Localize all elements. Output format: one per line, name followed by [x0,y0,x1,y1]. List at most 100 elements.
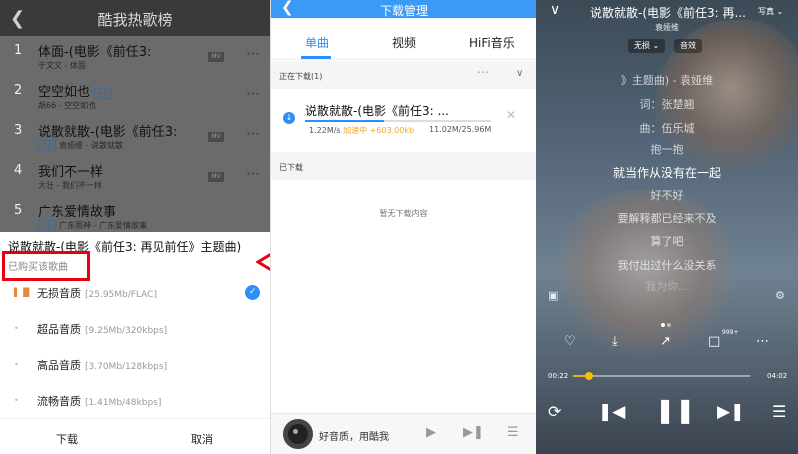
effect-pill[interactable]: 音效 [674,39,702,53]
song-name: 广东爱情故事 [38,205,117,220]
quality-name: 高品音质 [37,359,81,372]
downloading-section-header[interactable]: 正在下载(1) ⋯ ∨ [271,61,536,89]
lyric-line: 》主题曲) - 袁娅维 [620,74,714,87]
mv-badge[interactable]: MV [208,52,224,62]
comment-count-badge: 999+ [722,329,739,336]
active-tab-indicator [301,56,331,59]
mv-badge[interactable]: MV [208,132,224,142]
page-dots [660,312,672,331]
tab-singles[interactable]: 单曲 [305,34,329,51]
song-name: 说散就散-(电影《前任3: [38,125,178,140]
pause-icon[interactable]: ❚❚ [655,396,695,424]
quality-name: 超品音质 [37,323,81,336]
check-icon: ✓ [245,285,260,300]
mini-player-text: 好音质，用酷我 [319,432,389,443]
download-meta: 1.22M/s 加速中 +603.00kb 11.02M/25.96M [309,125,491,136]
share-icon[interactable]: ↗ [660,334,671,349]
tab-bar: 单曲 视频 HiFi音乐 [271,18,536,60]
quality-option-smooth[interactable]: • 流畅音质 [1.41Mb/48kbps] [0,384,270,418]
quality-option-super[interactable]: • 超品音质 [9.25Mb/320kbps] [0,312,270,346]
gear-icon[interactable]: ⚙ [775,289,785,302]
quality-option-lossless[interactable]: ▌▐▌ 无损音质 [25.95Mb/FLAC] ✓ [0,276,270,310]
image-icon[interactable]: ▣ [548,289,558,302]
quality-option-high[interactable]: • 高品音质 [3.70Mb/128kbps] [0,348,270,382]
song-name: 我们不一样 [38,165,104,180]
more-icon[interactable]: ⋯ [246,46,260,62]
dot-icon: • [14,396,19,405]
rank-number: 1 [14,43,23,58]
lyric-line: 算了吧 [650,235,684,248]
mini-player[interactable]: 好音质，用酷我 ▶ ▶❚ ☰ [271,413,536,454]
song-artist: 胡66 - 空空如也 [38,101,97,110]
quality-pill[interactable]: 无损 ⌄ [628,39,666,53]
lyric-line: 我为你... [645,280,689,293]
more-icon[interactable]: ⋯ [477,65,489,79]
quality-detail: [9.25Mb/320kbps] [85,326,168,336]
repeat-icon[interactable]: ⟳ [548,402,561,421]
heart-icon[interactable]: ♡ [564,334,576,349]
photo-mode-button[interactable]: 写真 ⌄ [758,6,783,17]
more-icon[interactable]: ⋯ [246,166,260,182]
song-title: 说散就散-(电影《前任3: 再... [590,6,746,20]
tab-videos[interactable]: 视频 [392,34,416,51]
download-button[interactable]: 下载 [56,431,78,447]
current-lyric-line: 就当作从没有在一起 [612,166,721,180]
download-size: 11.02M/25.96M [429,125,492,134]
quality-name: 无损音质 [37,287,81,300]
chevron-down-icon[interactable]: ∨ [550,2,560,18]
song-row[interactable]: 2 空空如也 无损 胡66 - 空空如也 ⋯ [0,78,270,118]
chevron-down-icon[interactable]: ∨ [516,68,523,79]
download-item[interactable]: ↓ 说散就散-(电影《前任3: ... 1.22M/s 加速中 +603.00k… [271,90,536,142]
playlist-icon[interactable]: ☰ [772,402,786,421]
lyric-line: 词：张楚翘 [639,98,695,111]
previous-icon[interactable]: ❚◀ [598,402,625,422]
song-artist: 无损 袁娅维 - 说散就散 [38,140,123,151]
total-time: 04:02 [767,372,788,380]
download-icon[interactable]: ⤓ [612,334,618,349]
artist-name: 袁娅维 [655,23,679,32]
song-list-panel: ❮ 酷我热歌榜 1 体面-(电影《前任3: 于文文 - 体面 MV ⋯ 2 空空… [0,0,270,454]
more-icon[interactable]: ⋯ [756,334,769,349]
comment-icon[interactable]: □ [708,334,720,349]
progress-knob[interactable] [584,372,593,380]
close-icon[interactable]: ✕ [506,108,516,122]
lyric-line: 我付出过什么没关系 [617,259,717,272]
sheet-button-row: 下载 取消 [0,418,270,454]
play-icon[interactable]: ▶ [426,425,436,440]
download-arrow-icon: ↓ [283,112,295,124]
page-title: 酷我热歌榜 [97,11,173,29]
song-artist: 于文文 - 体面 [38,61,86,70]
lossless-tag: 无损 [38,140,57,151]
next-icon[interactable]: ▶❚ [463,425,484,440]
progress-track[interactable] [573,375,750,377]
now-playing-panel: ∨ 说散就散-(电影《前任3: 再... 写真 ⌄ 袁娅维 无损 ⌄ 音效 》主… [536,0,798,454]
downloaded-label: 已下载 [279,163,303,172]
download-speed: 1.22M/s [309,126,341,135]
current-time: 00:22 [548,372,569,380]
top-bar: ❮ 酷我热歌榜 [0,0,270,36]
download-song-name: 说散就散-(电影《前任3: ... [305,104,449,118]
lyric-line: 曲：伍乐城 [639,122,695,135]
more-icon[interactable]: ⋯ [246,86,260,102]
next-icon[interactable]: ▶❚ [717,402,744,422]
downloaded-section-header: 已下载 [271,152,536,180]
quality-detail: [25.95Mb/FLAC] [85,290,157,300]
lossless-tag: 无损 [38,220,57,231]
song-row[interactable]: 3 说散就散-(电影《前任3: 无损 袁娅维 - 说散就散 MV ⋯ [0,118,270,158]
more-icon[interactable]: ⋯ [246,126,260,142]
downloading-label: 正在下载(1) [279,72,323,81]
cancel-button[interactable]: 取消 [191,431,213,447]
playlist-icon[interactable]: ☰ [507,425,519,440]
quality-name: 流畅音质 [37,395,81,408]
song-row[interactable]: 1 体面-(电影《前任3: 于文文 - 体面 MV ⋯ [0,38,270,78]
song-artist: 无损 广东雨神 - 广东爱情故事 [38,220,147,231]
song-row[interactable]: 4 我们不一样 大壮 - 我们不一样 MV ⋯ [0,158,270,198]
lyric-line: 抱一抱 [650,143,684,156]
quality-detail: [3.70Mb/128kbps] [85,362,168,372]
tab-hifi[interactable]: HiFi音乐 [469,34,515,51]
album-disc[interactable] [283,419,313,449]
rank-number: 3 [14,123,23,138]
action-row: ♡ ⤓ ↗ □ 999+ ⋯ [536,329,798,354]
empty-state-text: 暂无下载内容 [379,209,428,218]
mv-badge[interactable]: MV [208,172,224,182]
